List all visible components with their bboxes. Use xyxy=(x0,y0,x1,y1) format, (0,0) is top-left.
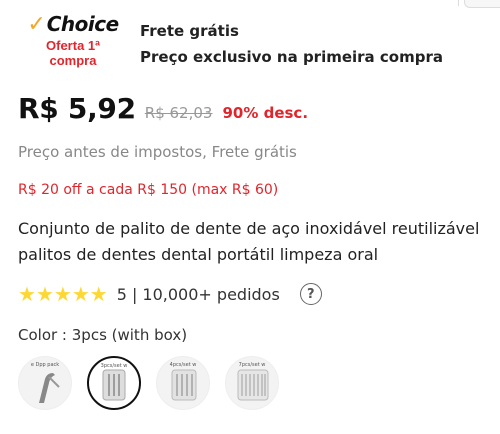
variant-option-1[interactable]: e Dpp pack xyxy=(18,356,72,410)
star-icon: ★ xyxy=(89,282,108,306)
choice-logo-text: Choice xyxy=(46,12,119,36)
help-icon[interactable]: ? xyxy=(299,283,322,305)
toothpick-image xyxy=(39,373,60,403)
top-corner-box xyxy=(464,0,500,8)
star-icon: ★ xyxy=(35,282,54,306)
star-icon: ★ xyxy=(18,282,36,306)
toothpick-set-image xyxy=(171,369,197,401)
variant-label: Color : 3pcs (with box) xyxy=(18,326,188,344)
rating-row[interactable]: ★ ★ ★ ★ ★ 5 | 10,000+ pedidos ? xyxy=(18,283,322,305)
variant-options: e Dpp pack 3pcs/set w 4pcs/set w 7pcs/se… xyxy=(18,356,294,410)
tax-note: Preço antes de impostos, Frete grátis xyxy=(18,143,297,161)
free-shipping-text: Frete grátis xyxy=(140,22,239,40)
product-title: Conjunto de palito de dente de aço inoxi… xyxy=(18,219,480,264)
toothpick-set-image xyxy=(237,369,269,401)
original-price: R$ 62,03 xyxy=(144,104,213,122)
current-price: R$ 5,92 xyxy=(18,92,136,125)
star-rating: ★ ★ ★ ★ ★ xyxy=(18,284,108,304)
variant-option-3[interactable]: 4pcs/set w xyxy=(156,356,210,410)
rating-summary: 5 | 10,000+ pedidos xyxy=(116,284,280,304)
star-icon: ★ xyxy=(53,282,72,306)
choice-logo: ✓ Choice xyxy=(18,12,128,36)
top-divider xyxy=(458,0,459,6)
choice-perks: Frete grátis Preço exclusivo na primeira… xyxy=(140,18,443,70)
checkmark-icon: ✓ xyxy=(27,11,46,36)
choice-badge: ✓ Choice Oferta 1ª compra xyxy=(18,12,128,68)
first-order-tag-line1: Oferta 1ª xyxy=(46,38,100,53)
price-row: R$ 5,92 R$ 62,03 90% desc. xyxy=(18,92,308,125)
discount-badge: 90% desc. xyxy=(222,104,309,122)
first-order-tag-line2: compra xyxy=(49,53,97,68)
toothpick-set-image xyxy=(102,369,126,401)
star-icon: ★ xyxy=(71,282,90,306)
variant-option-4[interactable]: 7pcs/set w xyxy=(225,356,279,410)
first-order-tag: Oferta 1ª compra xyxy=(18,38,128,68)
exclusive-price-text: Preço exclusivo na primeira compra xyxy=(140,48,443,66)
coupon-offer[interactable]: R$ 20 off a cada R$ 150 (max R$ 60) xyxy=(18,182,278,198)
variant-option-2[interactable]: 3pcs/set w xyxy=(87,356,141,410)
